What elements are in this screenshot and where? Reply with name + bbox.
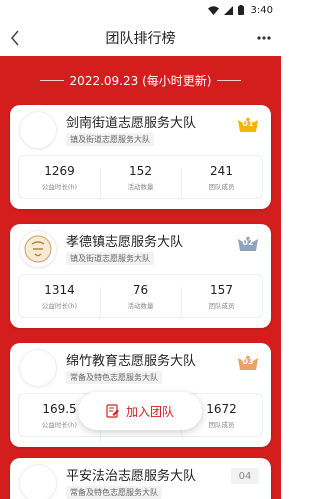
stat-label: 活动数量 [127,182,154,191]
team-stats: 1269 公益时长(h) 152 活动数量 241 团队成员 [18,155,263,199]
team-avatar [20,465,56,499]
team-name: 孝德镇志愿服务大队 [66,235,184,250]
battery-icon [237,5,244,15]
team-logo-icon [24,235,52,263]
page-title: 团队排行榜 [105,31,176,47]
stat-value: 76 [132,282,149,297]
ranking-list-area[interactable]: 2022.09.23 (每小时更新) 剑南街道志愿服务大队 镇及街道志愿服务大队… [0,56,281,499]
nav-bar: 团队排行榜 [0,20,281,56]
status-time: 3:40 [250,4,273,16]
chevron-left-icon [11,30,19,46]
rank-number-badge: 04 [231,468,259,484]
stat-label: 公益时长(h) [41,182,78,191]
update-date-text: 2022.09.23 (每小时更新) [69,73,212,88]
stat-label: 团队成员 [208,301,235,310]
stat-label: 公益时长(h) [41,301,78,310]
team-card[interactable]: 剑南街道志愿服务大队 镇及街道志愿服务大队 01 1269 公益时长(h) 152… [10,105,271,209]
team-category-tag: 常备及特色志愿服务大队 [66,371,162,384]
date-header: 2022.09.23 (每小时更新) [0,70,281,90]
status-bar: 3:40 [0,0,281,20]
stat-value: 1314 [44,282,75,297]
join-team-label: 加入团队 [125,404,174,419]
team-avatar [20,231,56,267]
team-category-tag: 镇及街道志愿服务大队 [66,252,154,265]
back-button[interactable] [10,28,30,48]
team-avatar [20,350,56,386]
stat-label: 团队成员 [208,182,235,191]
team-category-tag: 镇及街道志愿服务大队 [66,133,154,146]
stat-hours: 1269 公益时长(h) [19,164,100,191]
rank-number: 03 [242,357,254,366]
signal-icon [223,5,233,15]
stat-label: 活动数量 [127,301,154,310]
stat-value: 241 [210,163,233,178]
stat-activities: 76 活动数量 [100,282,181,317]
team-name: 剑南街道志愿服务大队 [66,116,197,131]
rank-badge: 01 [237,115,259,133]
edit-form-icon [106,404,119,418]
stat-value: 1269 [44,163,75,178]
more-button[interactable] [251,36,271,40]
stat-hours: 1314 公益时长(h) [19,283,100,310]
stat-activities: 152 活动数量 [100,163,181,198]
team-category-tag: 常备及特色志愿服务大队 [66,486,162,499]
stat-value: 152 [129,163,152,178]
team-name: 平安法治志愿服务大队 [66,469,197,484]
team-avatar [20,112,56,148]
stat-members: 157 团队成员 [181,282,262,317]
team-card[interactable]: 平安法治志愿服务大队 常备及特色志愿服务大队 04 [10,458,271,499]
stat-value: 157 [210,282,233,297]
team-card[interactable]: 孝德镇志愿服务大队 镇及街道志愿服务大队 02 1314 公益时长(h) 76 活动… [10,224,271,328]
divider-right [217,79,242,81]
team-stats: 1314 公益时长(h) 76 活动数量 157 团队成员 [18,274,263,318]
team-name: 绵竹教育志愿服务大队 [66,354,197,369]
stat-members: 241 团队成员 [181,163,262,198]
wifi-icon [207,5,219,15]
rank-number: 01 [242,119,254,128]
join-team-button[interactable]: 加入团队 [78,392,202,430]
more-dots-icon [257,36,271,40]
rank-badge: 03 [237,353,259,371]
divider-left [39,79,64,81]
rank-number: 02 [242,238,254,247]
rank-badge: 02 [237,234,259,252]
